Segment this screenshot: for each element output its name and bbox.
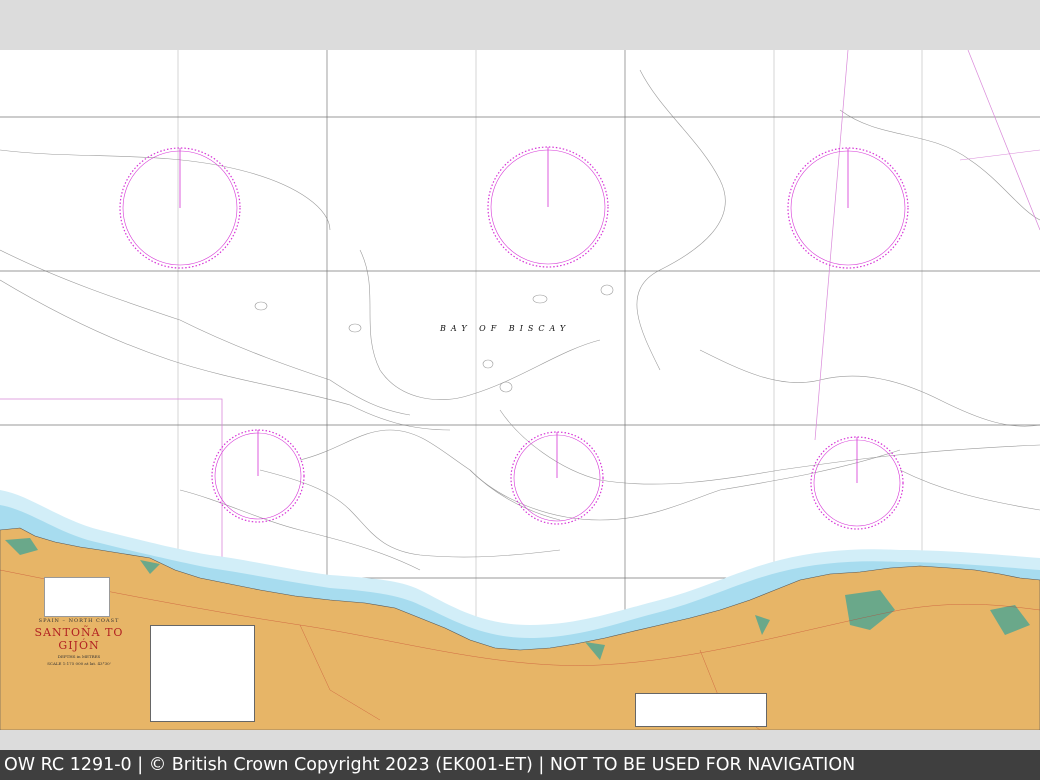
inset-diagram — [150, 625, 255, 722]
copyright-footer: OW RC 1291-0 | © British Crown Copyright… — [0, 750, 1040, 780]
compass-roses — [119, 146, 909, 530]
chart-scale: SCALE 1:175 000 at lat. 43°30' — [47, 661, 111, 666]
chart-depths: DEPTHS in METRES — [57, 654, 101, 659]
chart-region: SPAIN – NORTH COAST — [38, 618, 120, 624]
chart-title-block: SPAIN – NORTH COAST SANTOÑA TO GIJÓN DEP… — [14, 618, 144, 666]
blank-cartouche — [44, 577, 110, 617]
nautical-chart[interactable]: BAY OF BISCAY SPAIN – NORTH COAST SANTOÑ… — [0, 50, 1040, 730]
depth-contours — [0, 69, 1040, 571]
sea-label: BAY OF BISCAY — [440, 324, 571, 333]
chart-title: SANTOÑA TO GIJÓN — [34, 626, 124, 652]
tidal-table — [635, 693, 767, 727]
top-blank-bar — [0, 0, 1040, 51]
